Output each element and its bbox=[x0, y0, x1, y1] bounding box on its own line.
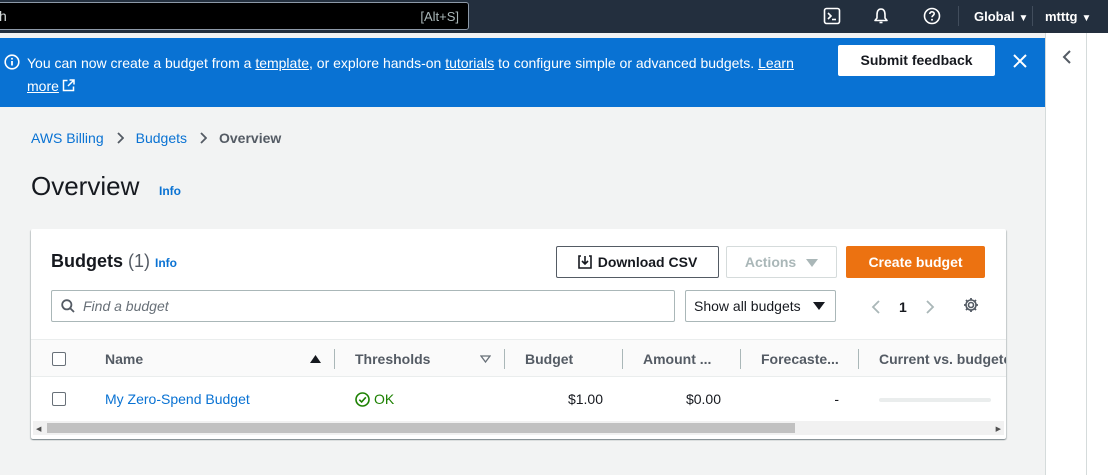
table-header: Name Thresholds Budget Amount ... Foreca… bbox=[31, 339, 1006, 377]
download-icon bbox=[577, 255, 592, 269]
external-link-icon bbox=[62, 79, 75, 92]
sort-asc-icon[interactable] bbox=[310, 355, 321, 363]
budget-cell: $1.00 bbox=[567, 391, 603, 407]
account-menu[interactable]: mtttg ▼ bbox=[1045, 9, 1091, 24]
create-budget-button[interactable]: Create budget bbox=[846, 246, 985, 278]
column-header-current-vs-budgeted[interactable]: Current vs. budgete bbox=[879, 351, 1006, 367]
flash-notification: You can now create a budget from a templ… bbox=[0, 38, 1045, 107]
chevron-left-icon[interactable] bbox=[871, 300, 881, 314]
gear-icon[interactable] bbox=[963, 297, 979, 313]
sort-desc-icon[interactable] bbox=[480, 355, 491, 363]
page-info-link[interactable]: Info bbox=[159, 184, 181, 198]
chevron-right-icon bbox=[116, 132, 124, 144]
bell-icon[interactable] bbox=[872, 7, 890, 25]
actions-dropdown[interactable]: Actions bbox=[726, 246, 837, 278]
chevron-right-icon[interactable] bbox=[925, 300, 935, 314]
flash-message: You can now create a budget from a templ… bbox=[27, 52, 827, 98]
download-csv-button[interactable]: Download CSV bbox=[556, 246, 719, 278]
page-title: Overview bbox=[31, 171, 140, 201]
template-link[interactable]: template bbox=[255, 55, 309, 71]
budgets-title: Budgets bbox=[51, 251, 123, 271]
info-icon bbox=[4, 54, 20, 70]
breadcrumb-current: Overview bbox=[219, 130, 282, 146]
column-header-name[interactable]: Name bbox=[105, 351, 143, 367]
table-row: My Zero-Spend Budget OK $1.00 $0.00 - bbox=[31, 378, 1006, 420]
flash-text-part: to configure simple or advanced budgets. bbox=[494, 55, 759, 71]
column-header-forecasted[interactable]: Forecaste... bbox=[761, 351, 857, 367]
top-navigation-bar: h [Alt+S] Global ▼ mtttg ▼ bbox=[0, 0, 1108, 33]
amount-cell: $0.00 bbox=[685, 391, 721, 407]
panel-divider bbox=[1086, 33, 1087, 475]
column-header-thresholds[interactable]: Thresholds bbox=[355, 351, 430, 367]
column-header-amount[interactable]: Amount ... bbox=[643, 351, 738, 367]
budget-name-link[interactable]: My Zero-Spend Budget bbox=[105, 391, 250, 407]
column-resizer[interactable] bbox=[622, 349, 623, 369]
budgets-info-link[interactable]: Info bbox=[155, 256, 177, 270]
budgets-table-container: Budgets (1) Info Download CSV Actions Cr… bbox=[31, 229, 1006, 439]
help-icon[interactable] bbox=[923, 7, 941, 25]
thresholds-status: OK bbox=[374, 391, 395, 407]
current-vs-budgeted-progress bbox=[879, 398, 991, 402]
region-selector[interactable]: Global ▼ bbox=[974, 9, 1028, 24]
tutorials-link[interactable]: tutorials bbox=[445, 55, 494, 71]
column-resizer[interactable] bbox=[504, 349, 505, 369]
horizontal-scrollbar[interactable]: ◀ ▶ bbox=[33, 421, 1004, 435]
breadcrumb-aws-billing[interactable]: AWS Billing bbox=[31, 130, 104, 146]
region-label: Global bbox=[974, 9, 1015, 24]
flash-text-part: , or explore hands-on bbox=[309, 55, 446, 71]
topbar-divider bbox=[958, 6, 959, 26]
actions-label: Actions bbox=[744, 254, 797, 270]
search-typed-text: h bbox=[0, 8, 7, 24]
thresholds-cell: OK bbox=[355, 391, 394, 407]
search-icon bbox=[61, 299, 75, 313]
scroll-right-arrow[interactable]: ▶ bbox=[996, 425, 1001, 433]
caret-down-icon: ▼ bbox=[1081, 13, 1092, 24]
caret-down-icon bbox=[806, 259, 819, 267]
filter-selected-value: Show all budgets bbox=[694, 298, 801, 314]
cloudshell-icon[interactable] bbox=[823, 7, 841, 25]
breadcrumb-budgets[interactable]: Budgets bbox=[136, 130, 187, 146]
caret-down-icon: ▼ bbox=[1018, 13, 1029, 24]
scrollbar-thumb[interactable] bbox=[47, 423, 795, 433]
status-ok-icon bbox=[355, 392, 370, 407]
close-icon[interactable] bbox=[1012, 53, 1028, 69]
topbar-divider bbox=[1032, 6, 1033, 26]
chevron-right-icon bbox=[200, 132, 207, 144]
column-resizer[interactable] bbox=[740, 349, 741, 369]
budget-filter-select[interactable]: Show all budgets bbox=[685, 290, 836, 322]
unified-search-input[interactable]: h [Alt+S] bbox=[0, 2, 469, 30]
download-csv-label: Download CSV bbox=[597, 254, 698, 270]
budget-name-cell: My Zero-Spend Budget bbox=[105, 391, 250, 407]
page-number[interactable]: 1 bbox=[899, 299, 907, 315]
caret-down-icon bbox=[813, 302, 825, 310]
find-budget-input[interactable] bbox=[83, 295, 663, 317]
breadcrumb: AWS Billing Budgets Overview bbox=[31, 130, 281, 146]
column-resizer[interactable] bbox=[334, 349, 335, 369]
tools-panel bbox=[1045, 33, 1108, 475]
account-label: mtttg bbox=[1045, 9, 1078, 24]
scroll-left-arrow[interactable]: ◀ bbox=[36, 425, 41, 433]
column-resizer[interactable] bbox=[858, 349, 859, 369]
budgets-heading: Budgets (1) bbox=[51, 251, 150, 272]
submit-feedback-button[interactable]: Submit feedback bbox=[838, 45, 995, 76]
forecasted-cell: - bbox=[834, 391, 839, 407]
flash-text-part: You can now create a budget from a bbox=[27, 55, 256, 71]
search-shortcut-hint: [Alt+S] bbox=[420, 9, 459, 24]
chevron-left-icon[interactable] bbox=[1061, 49, 1073, 65]
column-header-budget[interactable]: Budget bbox=[525, 351, 573, 367]
row-checkbox[interactable] bbox=[52, 392, 66, 406]
budgets-count: (1) bbox=[128, 251, 151, 271]
pagination: 1 bbox=[871, 297, 935, 317]
find-budget-field[interactable] bbox=[51, 290, 675, 322]
select-all-checkbox[interactable] bbox=[52, 352, 66, 366]
